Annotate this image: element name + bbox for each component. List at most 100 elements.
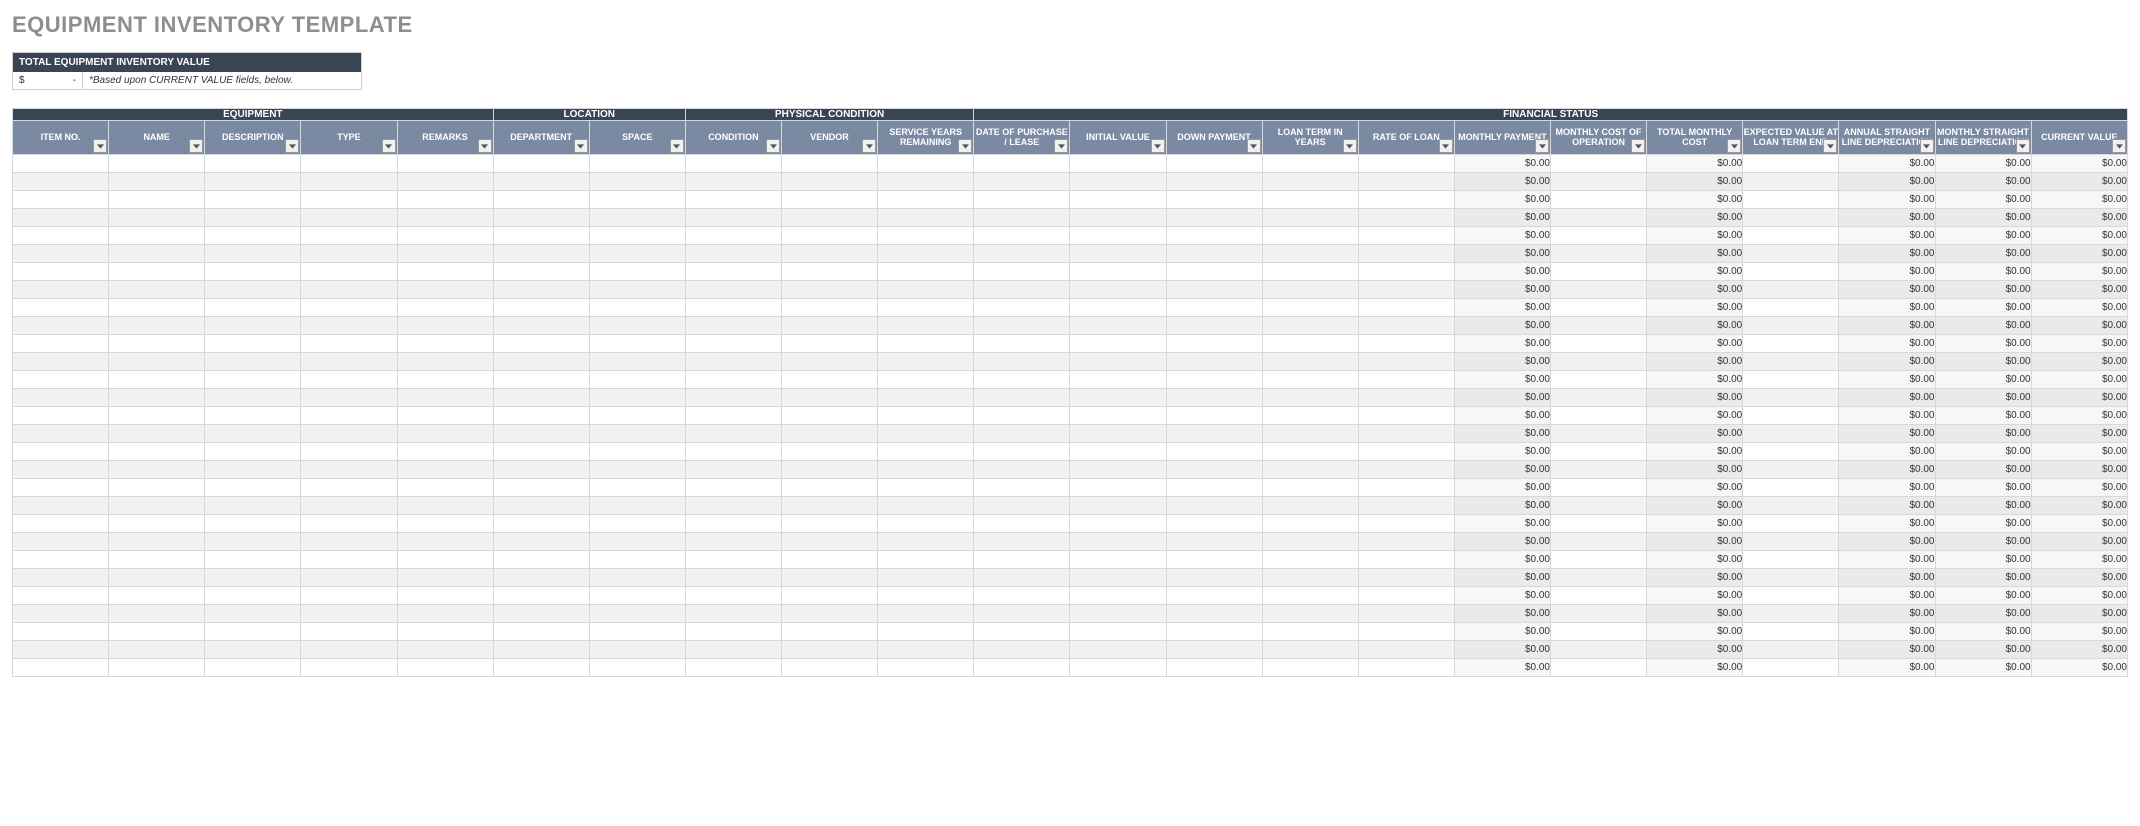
input-cell[interactable]	[878, 155, 974, 173]
input-cell[interactable]	[974, 425, 1070, 443]
input-cell[interactable]	[493, 443, 589, 461]
input-cell[interactable]	[493, 371, 589, 389]
input-cell[interactable]	[1551, 263, 1647, 281]
input-cell[interactable]	[1743, 371, 1839, 389]
input-cell[interactable]	[782, 461, 878, 479]
input-cell[interactable]	[109, 245, 205, 263]
input-cell[interactable]	[109, 263, 205, 281]
input-cell[interactable]	[589, 155, 685, 173]
input-cell[interactable]	[1358, 191, 1454, 209]
input-cell[interactable]	[974, 515, 1070, 533]
input-cell[interactable]	[1551, 569, 1647, 587]
input-cell[interactable]	[1358, 605, 1454, 623]
input-cell[interactable]	[782, 425, 878, 443]
input-cell[interactable]	[589, 497, 685, 515]
input-cell[interactable]	[1551, 155, 1647, 173]
input-cell[interactable]	[493, 461, 589, 479]
input-cell[interactable]	[397, 425, 493, 443]
filter-dropdown-icon[interactable]	[670, 139, 684, 153]
input-cell[interactable]	[1743, 479, 1839, 497]
input-cell[interactable]	[974, 479, 1070, 497]
input-cell[interactable]	[1070, 569, 1166, 587]
input-cell[interactable]	[301, 659, 397, 677]
input-cell[interactable]	[974, 173, 1070, 191]
input-cell[interactable]	[685, 605, 781, 623]
input-cell[interactable]	[1166, 515, 1262, 533]
input-cell[interactable]	[1551, 209, 1647, 227]
input-cell[interactable]	[397, 623, 493, 641]
filter-dropdown-icon[interactable]	[1439, 139, 1453, 153]
input-cell[interactable]	[301, 605, 397, 623]
input-cell[interactable]	[589, 335, 685, 353]
input-cell[interactable]	[974, 227, 1070, 245]
input-cell[interactable]	[974, 317, 1070, 335]
input-cell[interactable]	[1358, 587, 1454, 605]
input-cell[interactable]	[1551, 479, 1647, 497]
input-cell[interactable]	[13, 317, 109, 335]
input-cell[interactable]	[1743, 443, 1839, 461]
input-cell[interactable]	[685, 209, 781, 227]
input-cell[interactable]	[1551, 443, 1647, 461]
input-cell[interactable]	[685, 641, 781, 659]
input-cell[interactable]	[1358, 461, 1454, 479]
input-cell[interactable]	[1551, 623, 1647, 641]
input-cell[interactable]	[493, 299, 589, 317]
input-cell[interactable]	[109, 209, 205, 227]
input-cell[interactable]	[1262, 515, 1358, 533]
input-cell[interactable]	[974, 335, 1070, 353]
input-cell[interactable]	[1743, 209, 1839, 227]
input-cell[interactable]	[397, 659, 493, 677]
input-cell[interactable]	[397, 209, 493, 227]
input-cell[interactable]	[782, 407, 878, 425]
input-cell[interactable]	[13, 479, 109, 497]
input-cell[interactable]	[109, 425, 205, 443]
input-cell[interactable]	[589, 425, 685, 443]
input-cell[interactable]	[878, 461, 974, 479]
input-cell[interactable]	[1166, 641, 1262, 659]
input-cell[interactable]	[1166, 479, 1262, 497]
input-cell[interactable]	[1551, 659, 1647, 677]
filter-dropdown-icon[interactable]	[93, 139, 107, 153]
input-cell[interactable]	[1262, 569, 1358, 587]
input-cell[interactable]	[878, 551, 974, 569]
input-cell[interactable]	[397, 263, 493, 281]
input-cell[interactable]	[1358, 533, 1454, 551]
input-cell[interactable]	[1070, 173, 1166, 191]
input-cell[interactable]	[493, 389, 589, 407]
input-cell[interactable]	[878, 317, 974, 335]
input-cell[interactable]	[205, 335, 301, 353]
input-cell[interactable]	[782, 623, 878, 641]
filter-dropdown-icon[interactable]	[1151, 139, 1165, 153]
input-cell[interactable]	[205, 425, 301, 443]
input-cell[interactable]	[205, 587, 301, 605]
input-cell[interactable]	[109, 281, 205, 299]
input-cell[interactable]	[685, 407, 781, 425]
input-cell[interactable]	[397, 227, 493, 245]
input-cell[interactable]	[1166, 173, 1262, 191]
input-cell[interactable]	[493, 533, 589, 551]
input-cell[interactable]	[397, 353, 493, 371]
input-cell[interactable]	[1358, 299, 1454, 317]
input-cell[interactable]	[1262, 479, 1358, 497]
input-cell[interactable]	[1551, 173, 1647, 191]
input-cell[interactable]	[13, 353, 109, 371]
input-cell[interactable]	[301, 515, 397, 533]
filter-dropdown-icon[interactable]	[862, 139, 876, 153]
input-cell[interactable]	[782, 497, 878, 515]
input-cell[interactable]	[878, 497, 974, 515]
input-cell[interactable]	[1262, 497, 1358, 515]
input-cell[interactable]	[205, 497, 301, 515]
input-cell[interactable]	[974, 281, 1070, 299]
input-cell[interactable]	[974, 299, 1070, 317]
input-cell[interactable]	[685, 569, 781, 587]
input-cell[interactable]	[205, 155, 301, 173]
input-cell[interactable]	[1743, 587, 1839, 605]
input-cell[interactable]	[109, 479, 205, 497]
input-cell[interactable]	[1070, 407, 1166, 425]
input-cell[interactable]	[782, 209, 878, 227]
input-cell[interactable]	[589, 407, 685, 425]
input-cell[interactable]	[109, 371, 205, 389]
input-cell[interactable]	[1743, 407, 1839, 425]
input-cell[interactable]	[1358, 389, 1454, 407]
input-cell[interactable]	[301, 263, 397, 281]
